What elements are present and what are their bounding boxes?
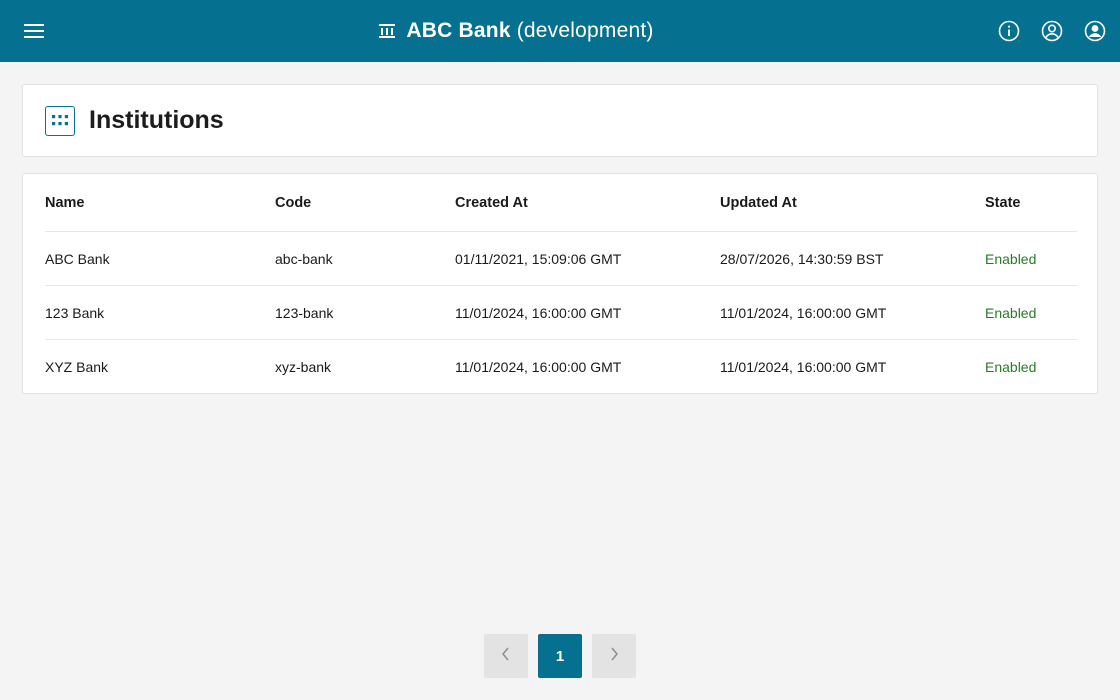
bank-icon (378, 22, 396, 40)
account-circle-icon[interactable] (1040, 19, 1064, 43)
table-row[interactable]: XYZ Bank xyz-bank 11/01/2024, 16:00:00 G… (45, 340, 1077, 394)
page-1-button[interactable]: 1 (538, 634, 582, 678)
cell-created-at: 01/11/2021, 15:09:06 GMT (455, 250, 622, 267)
pagination: 1 (484, 634, 636, 678)
column-header-name[interactable]: Name (45, 174, 85, 231)
app-brand: ABC Bank (development) (0, 0, 1032, 62)
column-header-state[interactable]: State (985, 174, 1020, 231)
table-row[interactable]: ABC Bank abc-bank 01/11/2021, 15:09:06 G… (45, 232, 1077, 286)
top-app-bar: ABC Bank (development) (0, 0, 1120, 62)
cell-name: 123 Bank (45, 304, 105, 321)
top-actions (997, 19, 1107, 43)
cell-updated-at: 11/01/2024, 16:00:00 GMT (720, 359, 887, 375)
user-profile-icon[interactable] (1083, 19, 1107, 43)
status-badge: Enabled (985, 304, 1037, 321)
cell-updated-at: 28/07/2026, 14:30:59 BST (720, 250, 884, 267)
status-badge: Enabled (985, 250, 1037, 267)
environment-label: (development) (516, 19, 654, 42)
column-header-created-at[interactable]: Created At (455, 174, 528, 231)
status-badge: Enabled (985, 359, 1037, 375)
institutions-table: Name Code Created At Updated At State AB… (22, 173, 1098, 394)
next-page-button[interactable] (592, 634, 636, 678)
cell-created-at: 11/01/2024, 16:00:00 GMT (455, 359, 622, 375)
apps-grid-icon (45, 105, 75, 136)
page-header-card: Institutions (22, 84, 1098, 157)
chevron-right-icon (608, 647, 620, 665)
cell-code: xyz-bank (275, 359, 332, 375)
cell-code: abc-bank (275, 250, 333, 267)
column-header-updated-at[interactable]: Updated At (720, 174, 797, 231)
table-header-row: Name Code Created At Updated At State (45, 174, 1077, 232)
page-title: Institutions (89, 106, 224, 134)
cell-name: XYZ Bank (45, 359, 109, 375)
table-row[interactable]: 123 Bank 123-bank 11/01/2024, 16:00:00 G… (45, 286, 1077, 340)
cell-name: ABC Bank (45, 250, 110, 267)
bank-name: ABC Bank (406, 19, 511, 42)
chevron-left-icon (500, 647, 512, 665)
column-header-code[interactable]: Code (275, 174, 311, 231)
prev-page-button[interactable] (484, 634, 528, 678)
cell-created-at: 11/01/2024, 16:00:00 GMT (455, 304, 622, 321)
cell-updated-at: 11/01/2024, 16:00:00 GMT (720, 304, 887, 321)
cell-code: 123-bank (275, 304, 334, 321)
info-icon[interactable] (997, 19, 1021, 43)
